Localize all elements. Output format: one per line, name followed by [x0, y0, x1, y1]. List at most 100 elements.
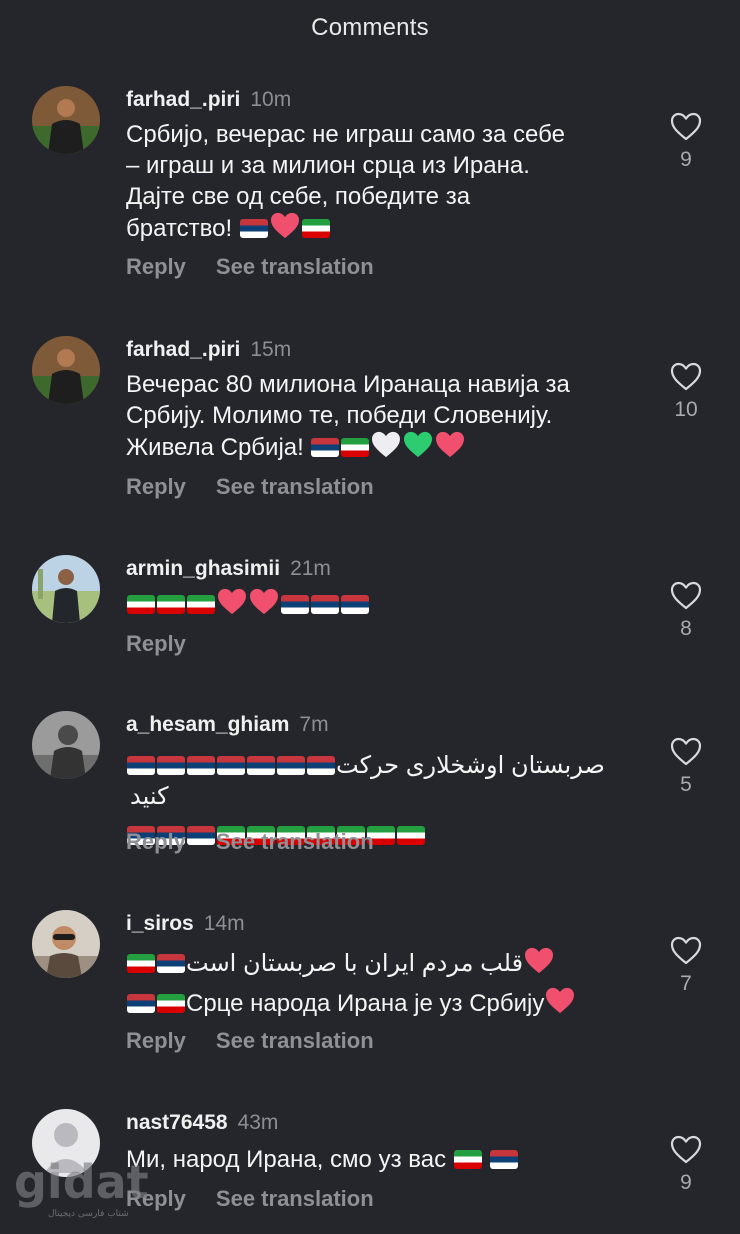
see-translation-button[interactable]: See translation	[216, 254, 374, 279]
comment-text	[126, 588, 646, 620]
page-title: Comments	[311, 14, 429, 41]
like-button[interactable]: 5	[666, 737, 706, 797]
serbia-flag-emoji	[311, 595, 339, 614]
white-heart-emoji	[371, 431, 401, 459]
like-button[interactable]: 9	[666, 112, 706, 172]
comment-actions: Reply See translation	[126, 829, 374, 855]
timestamp: 21m	[290, 557, 331, 580]
iran-flag-emoji	[187, 595, 215, 614]
serbia-flag-emoji	[490, 1150, 519, 1169]
like-count: 9	[680, 1171, 692, 1194]
serbia-flag-emoji	[157, 756, 185, 775]
avatar[interactable]	[32, 86, 100, 154]
comment-text: Ми, народ Ирана, смо уз вас	[126, 1144, 646, 1175]
heart-outline-icon[interactable]	[670, 737, 702, 767]
timestamp: 7m	[299, 713, 329, 736]
comment-line: قلب مردم ایران با صربستان است	[126, 947, 646, 979]
serbia-flag-emoji	[277, 756, 305, 775]
reply-button[interactable]: Reply	[126, 474, 186, 499]
serbia-flag-emoji	[247, 756, 275, 775]
comment-line-text: Ми, народ Ирана, смо уз вас	[126, 1146, 447, 1173]
serbia-flag-emoji	[217, 756, 245, 775]
iran-flag-emoji	[301, 219, 330, 238]
username[interactable]: a_hesam_ghiam	[126, 713, 289, 736]
like-button[interactable]: 9	[666, 1135, 706, 1195]
comment-meta: farhad_.piri 15m	[126, 338, 291, 362]
comment-meta: farhad_.piri 10m	[126, 88, 291, 112]
comment-line: братство!	[126, 212, 646, 244]
comment-line: Србијо, вечерас не играш само за себе	[126, 121, 565, 148]
like-count: 10	[674, 398, 698, 421]
comment-line: Ми, народ Ирана, смо уз вас	[126, 1144, 646, 1175]
heart-outline-icon[interactable]	[670, 581, 702, 611]
red-heart-emoji	[249, 588, 279, 616]
comment-actions: Reply See translation	[126, 1028, 374, 1054]
iran-flag-emoji	[157, 595, 185, 614]
like-button[interactable]: 8	[666, 581, 706, 641]
comment-line	[126, 588, 646, 620]
comment-line: Живела Србија!	[126, 431, 646, 463]
comment-text: قلب مردم ایران با صربستان است Срце народ…	[126, 947, 646, 1019]
heart-outline-icon[interactable]	[670, 1135, 702, 1165]
username[interactable]: nast76458	[126, 1111, 228, 1134]
see-translation-button[interactable]: See translation	[216, 829, 374, 854]
avatar[interactable]	[32, 555, 100, 623]
heart-outline-icon[interactable]	[670, 112, 702, 142]
comment-line-text: Срце народа Ирана је уз Србију	[186, 990, 545, 1017]
see-translation-button[interactable]: See translation	[216, 474, 374, 499]
comment-text: Србијо, вечерас не играш само за себе – …	[126, 119, 646, 244]
like-count: 8	[680, 617, 692, 640]
reply-button[interactable]: Reply	[126, 631, 186, 656]
username[interactable]: armin_ghasimii	[126, 557, 280, 580]
like-count: 7	[680, 972, 692, 995]
iran-flag-emoji	[127, 954, 155, 973]
comment-line: Србију. Молимо те, победи Словенију.	[126, 402, 553, 429]
serbia-flag-emoji	[307, 756, 335, 775]
heart-outline-icon[interactable]	[670, 362, 702, 392]
comment-actions: Reply	[126, 631, 186, 657]
watermark-text: gidat	[14, 1160, 149, 1209]
serbia-flag-emoji	[157, 954, 185, 973]
like-count: 5	[680, 773, 692, 796]
see-translation-button[interactable]: See translation	[216, 1028, 374, 1053]
heart-outline-icon[interactable]	[670, 936, 702, 966]
serbia-flag-emoji	[281, 595, 309, 614]
comment-meta: a_hesam_ghiam 7m	[126, 713, 329, 737]
timestamp: 15m	[250, 338, 292, 361]
comments-header: Comments	[0, 0, 740, 58]
comment-actions: Reply See translation	[126, 474, 374, 500]
username[interactable]: i_siros	[126, 912, 194, 935]
green-heart-emoji	[403, 431, 433, 459]
comment-line: Срце народа Ирана је уз Србију	[126, 987, 646, 1019]
red-heart-emoji	[545, 987, 575, 1015]
comment-meta: nast76458 43m	[126, 1111, 278, 1135]
avatar[interactable]	[32, 910, 100, 978]
timestamp: 10m	[250, 88, 292, 111]
username[interactable]: farhad_.piri	[126, 338, 240, 361]
like-button[interactable]: 10	[666, 362, 706, 422]
comment-line: Дајте све од себе, победите за	[126, 183, 471, 210]
comment-text: Вечерас 80 милиона Иранаца навија за Срб…	[126, 369, 646, 463]
reply-button[interactable]: Reply	[126, 254, 186, 279]
comment-line: صربستان اوشخلاری حرکت کنید	[126, 750, 646, 812]
comment-line: Вечерас 80 милиона Иранаца навија за	[126, 371, 570, 398]
comment-line-text: قلب مردم ایران با صربستان است	[186, 950, 524, 977]
serbia-flag-emoji	[341, 595, 369, 614]
like-button[interactable]: 7	[666, 936, 706, 996]
serbia-flag-emoji	[127, 994, 155, 1013]
serbia-flag-emoji	[311, 438, 340, 457]
username[interactable]: farhad_.piri	[126, 88, 240, 111]
see-translation-button[interactable]: See translation	[216, 1186, 374, 1211]
red-heart-emoji	[435, 431, 465, 459]
reply-button[interactable]: Reply	[126, 1028, 186, 1053]
avatar[interactable]	[32, 711, 100, 779]
watermark-logo: gidat شتاب فارسی دیجیتال	[14, 1160, 149, 1219]
watermark-subtitle: شتاب فارسی دیجیتال	[48, 1209, 129, 1219]
iran-flag-emoji	[127, 595, 155, 614]
avatar[interactable]	[32, 336, 100, 404]
comment-line-text: братство!	[126, 215, 233, 242]
iran-flag-emoji	[453, 1150, 482, 1169]
timestamp: 43m	[237, 1111, 279, 1134]
comment-meta: i_siros 14m	[126, 912, 245, 936]
reply-button[interactable]: Reply	[126, 829, 186, 854]
